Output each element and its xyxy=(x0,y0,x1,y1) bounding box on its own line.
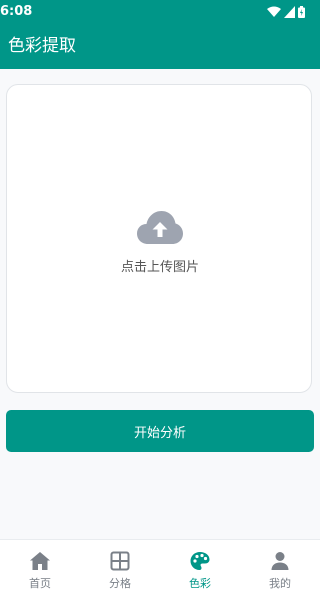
nav-item-profile[interactable]: 我的 xyxy=(240,540,320,601)
upload-label: 点击上传图片 xyxy=(120,260,199,275)
cloud-upload-icon xyxy=(137,211,183,244)
palette-icon xyxy=(190,552,210,570)
start-analysis-button[interactable]: 开始分析 xyxy=(6,410,314,452)
status-time: 6:08 xyxy=(0,4,33,19)
status-icons xyxy=(267,5,305,19)
person-icon xyxy=(271,552,289,570)
nav-label-grid: 分格 xyxy=(109,577,131,590)
status-bar: 6:08 xyxy=(0,0,320,24)
battery-icon xyxy=(298,6,305,18)
home-icon xyxy=(30,552,50,570)
wifi-icon xyxy=(267,6,281,17)
upload-area[interactable]: 点击上传图片 xyxy=(6,84,312,393)
bottom-navigation: 首页 分格 色彩 我的 xyxy=(0,539,320,601)
grid-icon xyxy=(110,551,130,571)
nav-label-profile: 我的 xyxy=(269,577,291,590)
nav-item-home[interactable]: 首页 xyxy=(0,540,80,601)
nav-item-grid[interactable]: 分格 xyxy=(80,540,160,601)
nav-label-home: 首页 xyxy=(29,577,51,590)
page-title: 色彩提取 xyxy=(8,36,76,56)
app-header: 6:08 色彩提取 xyxy=(0,0,320,69)
start-analysis-label: 开始分析 xyxy=(133,425,186,441)
signal-icon xyxy=(284,6,295,18)
nav-label-color: 色彩 xyxy=(189,577,211,590)
nav-item-color[interactable]: 色彩 xyxy=(160,540,240,601)
